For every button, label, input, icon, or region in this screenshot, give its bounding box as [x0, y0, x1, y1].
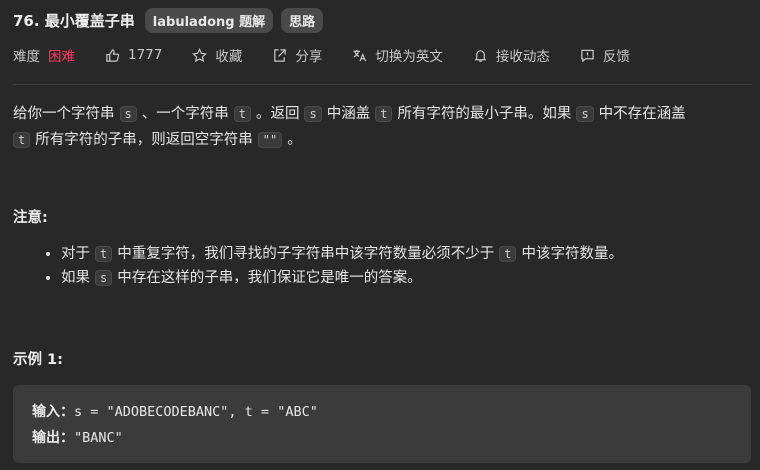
problem-meta-bar: 难度 困难 1777 收藏 分享 切换为英文 接收动态 反馈 [13, 44, 630, 66]
hint-tag[interactable]: 思路 [281, 7, 324, 33]
inline-code-t: t [95, 246, 113, 262]
desc-text: 、一个字符串 [141, 106, 229, 122]
switch-language-label: 切换为英文 [375, 49, 443, 65]
note-heading: 注意: [13, 210, 48, 226]
notify-button[interactable]: 接收动态 [473, 45, 550, 65]
desc-text: 所有字符的子串，则返回空字符串 [35, 132, 253, 148]
example-input-line: 输入：s = "ADOBECODEBANC", t = "ABC" [32, 401, 318, 421]
output-value: "BANC" [74, 430, 123, 446]
list-item: 对于t中重复字符，我们寻找的子字符串中该字符数量必须不少于t中该字符数量。 [61, 242, 760, 266]
notify-label: 接收动态 [495, 49, 550, 65]
inline-code-s: s [304, 106, 322, 122]
problem-header: 76. 最小覆盖子串 labuladong 题解 思路 [13, 7, 331, 33]
inline-code-t: t [499, 246, 517, 262]
translate-icon [353, 49, 367, 61]
inline-code-s: s [119, 106, 137, 122]
difficulty-label: 难度 [13, 49, 40, 65]
note-text: 中该字符数量。 [521, 246, 623, 262]
problem-title: 76. 最小覆盖子串 [13, 11, 135, 30]
favorite-label: 收藏 [215, 49, 243, 65]
desc-text: 所有字符的最小子串。如果 [397, 106, 572, 122]
input-label: 输入： [32, 404, 74, 420]
thumbs-up-icon [106, 48, 120, 62]
inline-code-empty-string: "" [257, 132, 283, 148]
switch-language-button[interactable]: 切换为英文 [352, 45, 443, 65]
feedback-label: 反馈 [602, 49, 630, 65]
note-text: 如果 [61, 270, 90, 286]
inline-code-t: t [233, 106, 251, 122]
desc-text: 。返回 [255, 106, 300, 122]
problem-description: 给你一个字符串 s 、一个字符串 t 。返回 s 中涵盖 t 所有字符的最小子串。如果 s 中不存在… [13, 101, 753, 153]
solution-tag[interactable]: labuladong 题解 [144, 7, 274, 33]
share-icon [274, 48, 287, 62]
inline-code-t: t [13, 132, 31, 148]
desc-text: 给你一个字符串 [13, 106, 115, 122]
note-text: 对于 [61, 246, 90, 262]
example-output-line: 输出："BANC" [32, 427, 123, 447]
inline-code-s: s [576, 106, 594, 122]
divider [13, 84, 752, 85]
like-button[interactable]: 1777 [105, 47, 162, 63]
example-block: 输入：s = "ADOBECODEBANC", t = "ABC" 输出："BA… [13, 385, 751, 463]
desc-text: 中不存在涵盖 [598, 106, 686, 122]
inline-code-t: t [375, 106, 393, 122]
share-label: 分享 [295, 49, 323, 65]
bell-icon [474, 49, 487, 62]
note-text: 中重复字符，我们寻找的子字符串中该字符数量必须不少于 [117, 246, 495, 262]
favorite-button[interactable]: 收藏 [192, 45, 242, 65]
desc-text: 。 [287, 132, 302, 148]
input-value: s = "ADOBECODEBANC", t = "ABC" [74, 404, 318, 420]
example-heading: 示例 1: [13, 352, 63, 368]
feedback-button[interactable]: 反馈 [580, 45, 630, 65]
list-item: 如果 s中存在这样的子串，我们保证它是唯一的答案。 [61, 266, 760, 290]
share-button[interactable]: 分享 [272, 45, 322, 65]
note-text: 中存在这样的子串，我们保证它是唯一的答案。 [117, 270, 422, 286]
difficulty-value: 困难 [48, 49, 75, 65]
inline-code-s: s [95, 270, 113, 286]
output-label: 输出： [32, 430, 74, 446]
feedback-icon [581, 49, 594, 62]
note-list: 对于t中重复字符，我们寻找的子字符串中该字符数量必须不少于t中该字符数量。 如果… [13, 242, 760, 290]
star-icon [192, 47, 208, 62]
desc-text: 中涵盖 [326, 106, 371, 122]
like-count: 1777 [128, 47, 163, 63]
